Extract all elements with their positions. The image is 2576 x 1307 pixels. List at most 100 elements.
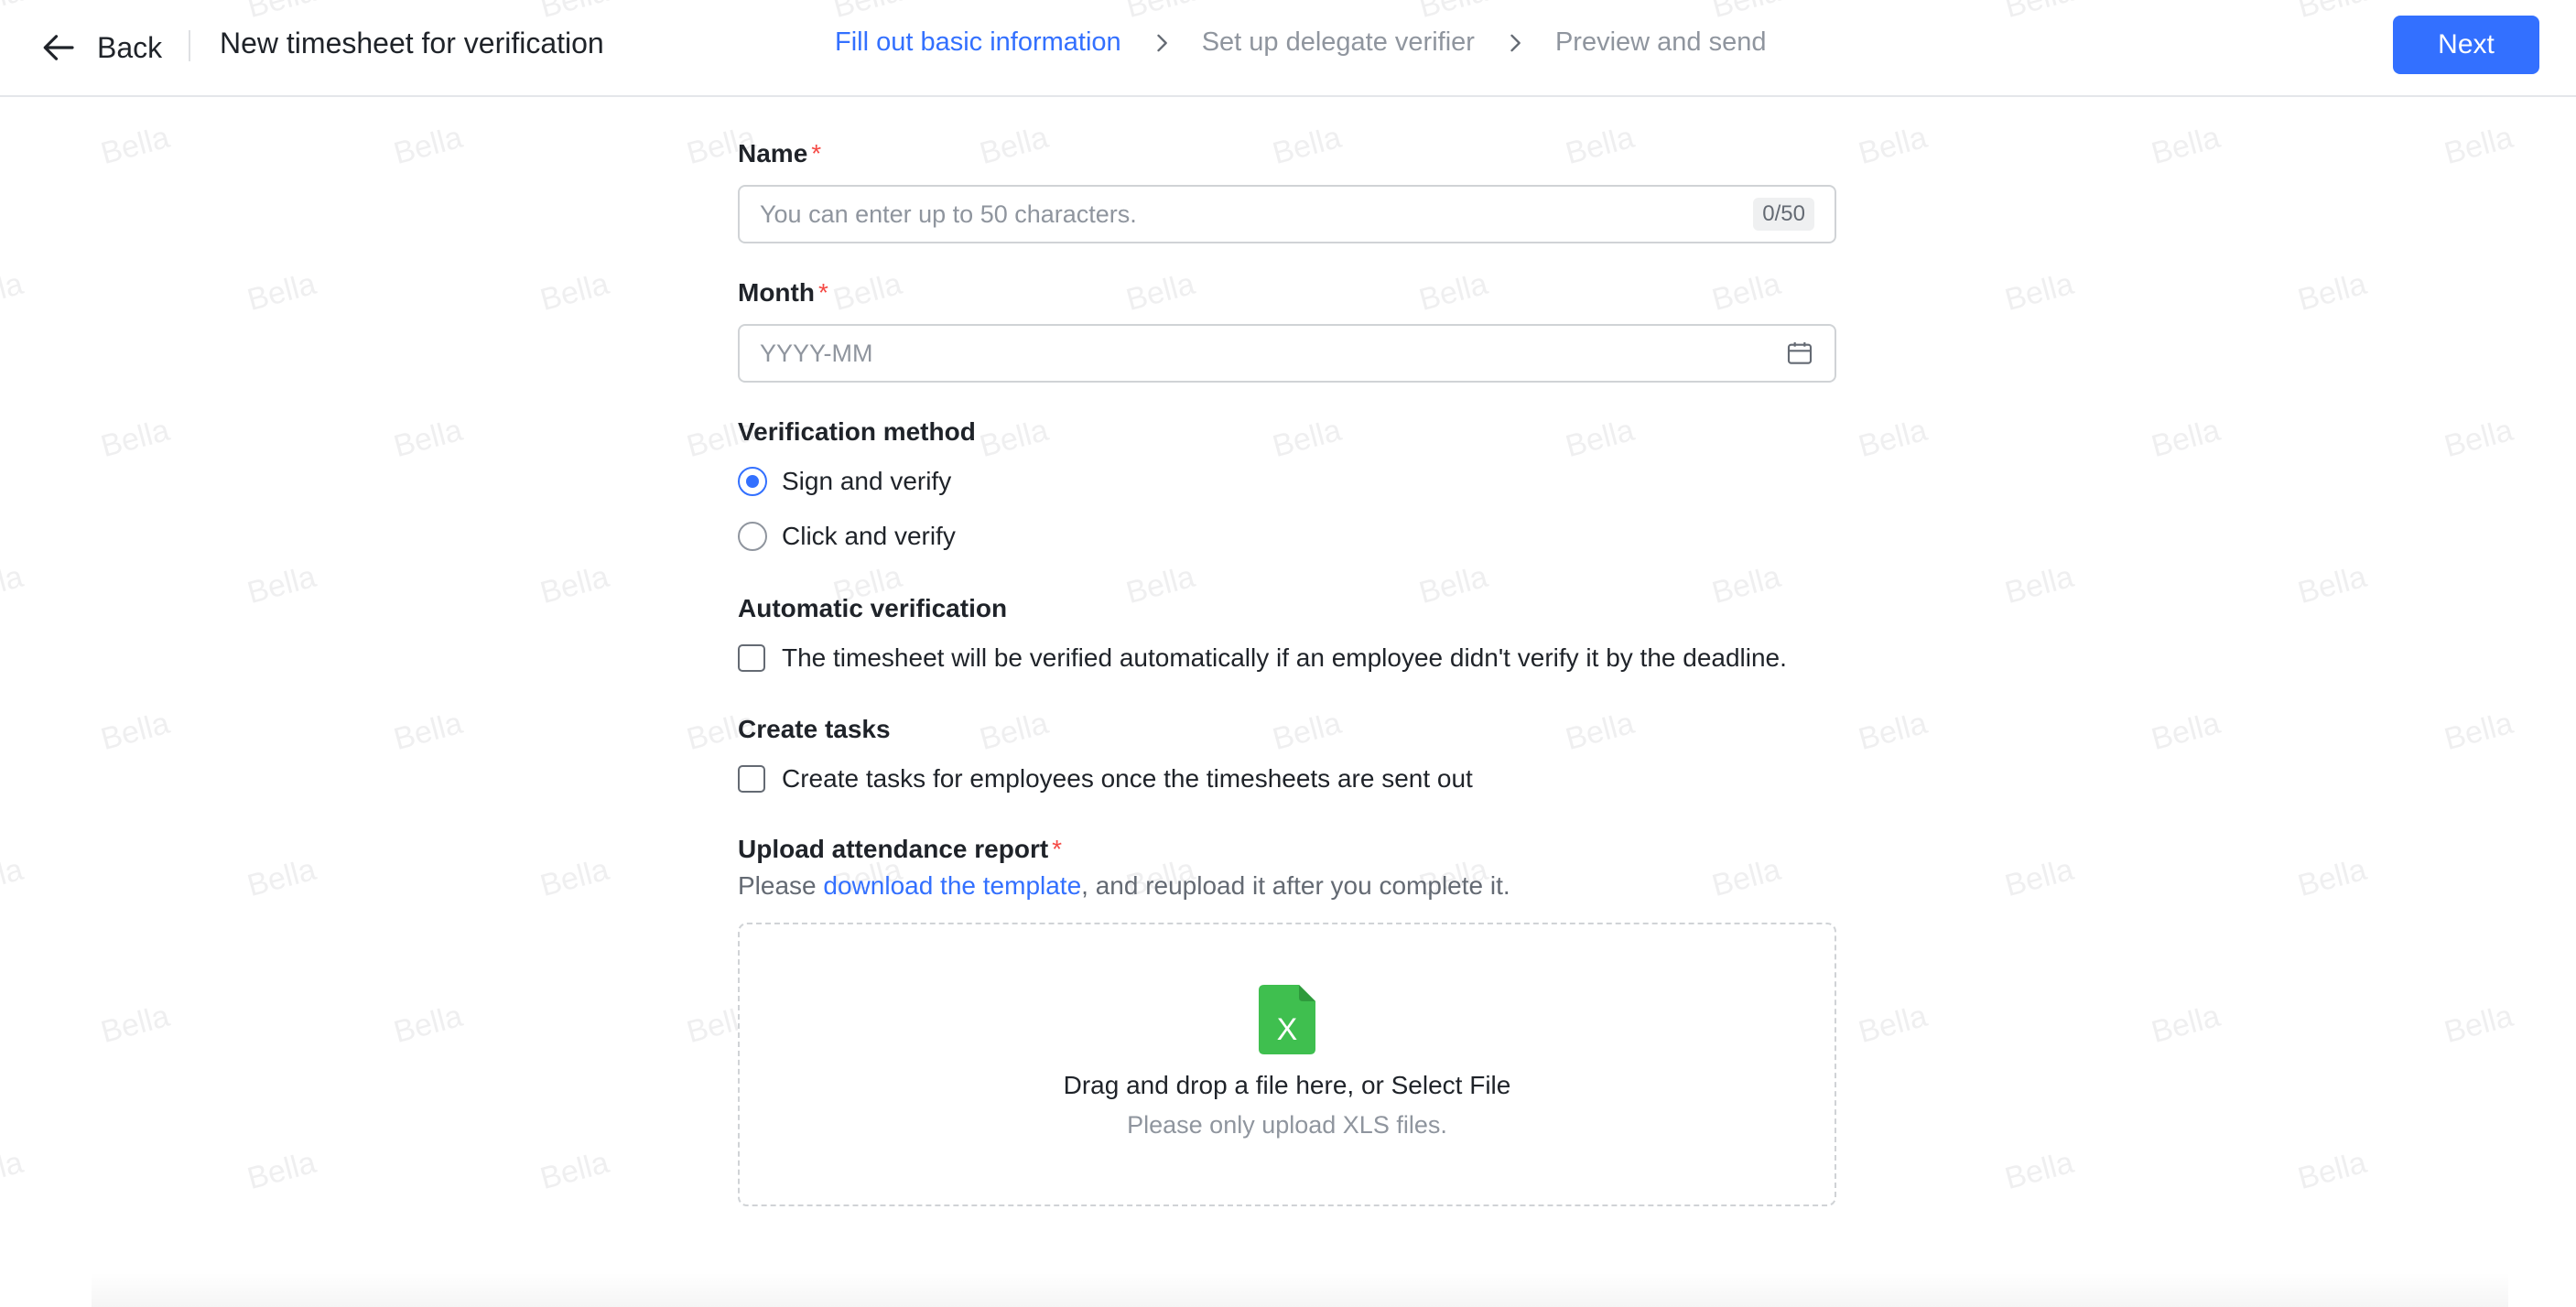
watermark-text: Bella xyxy=(2148,119,2224,172)
watermark-text: Bella xyxy=(390,998,467,1051)
watermark-text: Bella xyxy=(2148,412,2224,465)
watermark-text: Bella xyxy=(2148,705,2224,758)
watermark-text: Bella xyxy=(0,851,27,904)
watermark-text: Bella xyxy=(244,265,320,319)
watermark-text: Bella xyxy=(1855,705,1932,758)
watermark-text: Bella xyxy=(2148,998,2224,1051)
watermark-text: Bella xyxy=(1415,265,1492,319)
checkbox-label: Create tasks for employees once the time… xyxy=(782,764,1473,793)
page: Bella Bella Bella Bella Bella Bella Bella Bella… xyxy=(0,0,2576,1307)
dropzone-file-type-hint: Please only upload XLS files. xyxy=(1127,1111,1447,1139)
watermark-text: Bella xyxy=(1855,119,1932,172)
radio-click-and-verify[interactable]: Click and verify xyxy=(738,522,956,551)
name-input[interactable] xyxy=(760,200,1754,229)
automatic-verification-checkbox[interactable] xyxy=(738,644,765,672)
file-dropzone[interactable]: X Drag and drop a file here, or Select F… xyxy=(738,923,1836,1206)
step-preview-and-send: Preview and send xyxy=(1554,27,1767,57)
automatic-verification-label: Automatic verification xyxy=(738,594,1008,622)
watermark-text: Bella xyxy=(1122,558,1199,611)
watermark-text: Bella xyxy=(390,119,467,172)
watermark-text: Bella xyxy=(2441,119,2517,172)
watermark-text: Bella xyxy=(1855,412,1932,465)
watermark-text: Bella xyxy=(1415,558,1492,611)
watermark-text: Bella xyxy=(2294,851,2371,904)
watermark-text: Bella xyxy=(829,265,906,319)
header-divider xyxy=(189,30,190,61)
month-picker-input[interactable] xyxy=(760,339,1785,368)
dropzone-instruction: Drag and drop a file here, or Select Fil… xyxy=(1063,1071,1511,1099)
bottom-shadow xyxy=(92,1272,2508,1307)
upload-label-text: Upload attendance report xyxy=(738,835,1049,863)
watermark-text: Bella xyxy=(244,851,320,904)
name-field-box: 0/50 xyxy=(738,185,1836,243)
watermark-text: Bella xyxy=(97,412,174,465)
step-delegate-verifier: Set up delegate verifier xyxy=(1201,27,1475,57)
back-button[interactable]: Back xyxy=(40,24,162,71)
create-tasks-option[interactable]: Create tasks for employees once the time… xyxy=(738,764,1473,794)
watermark-text: Bella xyxy=(390,705,467,758)
watermark-text: Bella xyxy=(536,265,613,319)
radio-button[interactable] xyxy=(738,522,767,551)
create-tasks-checkbox[interactable] xyxy=(738,765,765,793)
watermark-text: Bella xyxy=(2001,851,2078,904)
watermark-text: Bella xyxy=(2001,1144,2078,1197)
step-basic-information: Fill out basic information xyxy=(835,27,1121,57)
required-marker: * xyxy=(811,139,822,167)
required-marker: * xyxy=(1052,835,1063,863)
chevron-right-icon xyxy=(1149,30,1174,56)
watermark-text: Bella xyxy=(2294,265,2371,319)
watermark-text: Bella xyxy=(1855,998,1932,1051)
watermark-text: Bella xyxy=(976,412,1053,465)
next-button[interactable]: Next xyxy=(2393,16,2539,74)
radio-button-checked[interactable] xyxy=(738,467,767,496)
watermark-text: Bella xyxy=(2001,265,2078,319)
watermark-text: Bella xyxy=(1562,705,1639,758)
watermark-text: Bella xyxy=(1562,412,1639,465)
chevron-right-icon xyxy=(1502,30,1528,56)
page-title: New timesheet for verification xyxy=(220,27,604,59)
xls-letter: X xyxy=(1277,1012,1298,1047)
checkbox-label: The timesheet will be verified automatic… xyxy=(782,643,1787,672)
radio-label: Sign and verify xyxy=(782,467,952,495)
name-label: Name * xyxy=(738,139,821,168)
watermark-text: Bella xyxy=(97,705,174,758)
month-label: Month * xyxy=(738,278,828,308)
watermark-text: Bella xyxy=(1269,705,1346,758)
radio-sign-and-verify[interactable]: Sign and verify xyxy=(738,467,951,496)
watermark-text: Bella xyxy=(1708,558,1785,611)
watermark-text: Bella xyxy=(244,558,320,611)
watermark-text: Bella xyxy=(2441,998,2517,1051)
watermark-text: Bella xyxy=(536,1144,613,1197)
character-counter: 0/50 xyxy=(1753,198,1814,231)
watermark-text: Bella xyxy=(390,412,467,465)
watermark-text: Bella xyxy=(0,558,27,611)
xls-file-icon: X xyxy=(1259,985,1315,1054)
hint-prefix: Please xyxy=(738,871,824,900)
watermark-text: Bella xyxy=(2294,558,2371,611)
automatic-verification-option[interactable]: The timesheet will be verified automatic… xyxy=(738,643,1787,673)
watermark-text: Bella xyxy=(1269,412,1346,465)
watermark-text: Bella xyxy=(976,119,1053,172)
calendar-icon[interactable] xyxy=(1785,339,1814,368)
step-navigation: Fill out basic information Set up delega… xyxy=(835,27,1766,58)
watermark-text: Bella xyxy=(1708,851,1785,904)
upload-hint: Please download the template, and reuplo… xyxy=(738,871,1510,901)
watermark-text: Bella xyxy=(1708,265,1785,319)
month-field-box[interactable] xyxy=(738,324,1836,383)
watermark-text: Bella xyxy=(1562,119,1639,172)
create-tasks-label: Create tasks xyxy=(738,715,891,743)
arrow-left-icon xyxy=(43,35,74,60)
watermark-text: Bella xyxy=(1122,265,1199,319)
hint-suffix: , and reupload it after you complete it. xyxy=(1081,871,1510,900)
required-marker: * xyxy=(817,278,828,307)
watermark-text: Bella xyxy=(2441,705,2517,758)
download-template-link[interactable]: download the template xyxy=(823,871,1081,900)
month-label-text: Month xyxy=(738,278,815,307)
name-label-text: Name xyxy=(738,139,808,167)
back-label: Back xyxy=(97,30,163,64)
watermark-text: Bella xyxy=(0,265,27,319)
upload-label: Upload attendance report * xyxy=(738,835,1062,864)
watermark-text: Bella xyxy=(244,1144,320,1197)
watermark-text: Bella xyxy=(97,998,174,1051)
verification-method-label: Verification method xyxy=(738,417,976,446)
